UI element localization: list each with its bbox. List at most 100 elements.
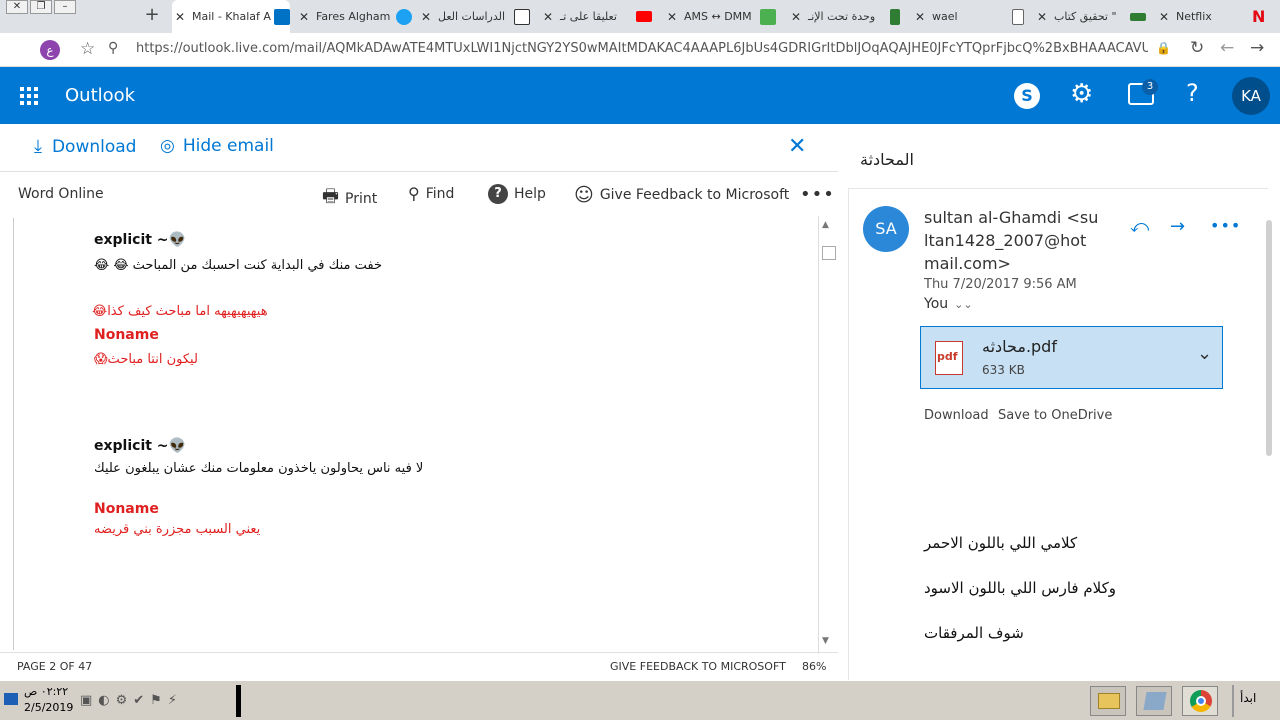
message-body-line: وكلام فارس اللي باللون الاسود [924,579,1116,597]
outlook-favicon-icon [274,8,290,25]
attachment-download-link[interactable]: Download [924,408,989,423]
doc-line: لا فيه ناس يحاولون ياخذون معلومات منك عش… [94,461,424,476]
help-icon[interactable]: ? [1186,79,1199,107]
attachment-name: محادثه.pdf [982,337,1057,356]
eye-slash-icon: ◎ [160,136,175,156]
forward-arrow-icon[interactable]: → [1250,38,1264,58]
tab-fares[interactable]: ✕ Fares Algham [296,0,412,33]
outlook-header: Outlook S ⚙ 3 ? KA [0,67,1280,124]
new-tab-button[interactable]: + [142,5,162,25]
app-launcher-icon[interactable] [20,87,38,105]
palm-favicon-icon [890,8,900,25]
help-button[interactable]: ? Help [488,184,546,204]
give-feedback-button[interactable]: ☺ Give Feedback to Microsoft [574,184,789,206]
chevron-down-icon[interactable]: ⌄ [1197,343,1212,364]
url-field[interactable]: https://outlook.live.com/mail/AQMkADAwAT… [136,41,1148,56]
find-button[interactable]: ⚲ Find [408,184,454,203]
close-window-icon[interactable]: ✕ [6,0,28,14]
profile-avatar[interactable]: ع [40,40,60,60]
sender-info[interactable]: sultan al-Ghamdi <su ltan1428_2007@hot m… [924,206,1098,275]
browser-tab-bar: ✕ ❐ – + ✕ Mail - Khalaf A ✕ Fares Algham… [0,0,1280,33]
tab-unit[interactable]: ✕ وحدة تحت الإنـ [788,0,900,33]
smiley-icon: ☺ [574,184,594,206]
close-tab-icon[interactable]: ✕ [296,10,312,24]
scroll-down-icon[interactable]: ▼ [822,636,829,646]
app-title[interactable]: Outlook [65,85,135,106]
back-arrow-icon[interactable]: ← [1220,38,1234,58]
download-icon: ⤓ [34,136,42,157]
recipients[interactable]: You ⌄⌄ [924,296,973,312]
close-tab-icon[interactable]: ✕ [664,10,680,24]
more-options-icon[interactable]: ••• [800,184,835,205]
hide-email-button[interactable]: ◎ Hide email [160,136,274,156]
gear-icon[interactable]: ⚙ [1070,79,1093,109]
scrollbar-thumb[interactable] [822,246,836,260]
close-tab-icon[interactable]: ✕ [418,10,434,24]
zoom-level[interactable]: 86% [802,660,826,673]
system-tray-icons[interactable]: ▣◐⚙✔⚑⚡ [80,693,183,708]
doc-line: يعني السبب مجزرة بني قريضه [94,522,261,537]
pdf-file-icon: pdf [935,341,963,375]
reload-icon[interactable]: ↻ [1190,38,1204,58]
file-explorer-icon[interactable] [1090,686,1126,716]
tab-ams[interactable]: ✕ AMS ↔ DMM [664,0,776,33]
print-button[interactable]: 🖶 Print [322,184,377,214]
tab-wael[interactable]: ✕ wael [912,0,1024,33]
windows-taskbar: ٠٢:٢٢ ص 2/5/2019 ▣◐⚙✔⚑⚡ ابدأ [0,680,1280,720]
magnifier-icon: ⚲ [408,184,420,203]
reading-pane: المحادثة SA sultan al-Ghamdi <su ltan142… [838,124,1280,680]
close-tab-icon[interactable]: ✕ [912,10,928,24]
restore-window-icon[interactable]: ❐ [30,0,52,14]
start-button[interactable]: ابدأ [1240,691,1256,705]
more-actions-icon[interactable]: ••• [1210,216,1241,235]
clock-date[interactable]: 2/5/2019 [24,701,73,714]
document-scrollbar[interactable]: ▲ ▼ [818,216,836,654]
footer-feedback-link[interactable]: GIVE FEEDBACK TO MICROSOFT [610,660,786,673]
site-favicon-icon [1130,12,1146,21]
printer-icon: 🖶 [322,186,339,207]
notification-badge: 3 [1142,79,1158,95]
skype-icon[interactable]: S [1014,83,1040,109]
clock-time[interactable]: ٠٢:٢٢ ص [24,685,68,698]
scroll-up-icon[interactable]: ▲ [822,220,829,230]
doc-line: خفت منك في البداية كنت احسبك من المباحث … [94,258,382,273]
bookmark-star-icon[interactable]: ☆ [80,39,95,59]
save-to-onedrive-link[interactable]: Save to OneDrive [998,408,1112,423]
close-tab-icon[interactable]: ✕ [540,10,556,24]
message-date: Thu 7/20/2017 9:56 AM [924,277,1077,292]
message-body-line: كلامي اللي باللون الاحمر [924,534,1078,552]
taskbar-separator [236,685,241,717]
youtube-favicon-icon [636,11,652,22]
download-button[interactable]: ⤓ Download [34,136,136,157]
taskbar-separator [1232,685,1234,717]
expand-recipients-icon[interactable]: ⌄⌄ [954,298,972,311]
forward-icon[interactable]: → [1170,216,1185,237]
doc-line: explicit ~👽 [94,438,186,454]
close-icon[interactable]: ✕ [788,134,806,159]
tab-comments[interactable]: ✕ تعليقا على تـ [540,0,652,33]
doc-line: explicit ~👽 [94,232,186,248]
tab-studies[interactable]: ✕ الدراسات العل [418,0,530,33]
tab-book[interactable]: ✕ تحقيق كتاب " [1034,0,1146,33]
chrome-taskbar-icon[interactable] [1182,686,1218,716]
attachment-card[interactable]: pdf محادثه.pdf 633 KB ⌄ [920,326,1223,389]
page-indicator: PAGE 2 OF 47 [17,660,93,673]
tab-netflix[interactable]: ✕ Netflix N [1156,0,1268,33]
reply-icon[interactable]: ⤺ [1130,216,1149,237]
converter-favicon-icon [760,8,776,25]
sender-avatar[interactable]: SA [863,206,909,252]
close-tab-icon[interactable]: ✕ [788,10,804,24]
minimize-window-icon[interactable]: – [54,0,76,14]
close-tab-icon[interactable]: ✕ [172,10,188,24]
window-controls: ✕ ❐ – [6,0,76,14]
close-tab-icon[interactable]: ✕ [1156,10,1172,24]
avatar[interactable]: KA [1232,77,1270,115]
netflix-favicon-icon: N [1252,6,1266,26]
close-tab-icon[interactable]: ✕ [1034,10,1050,24]
attachment-size: 633 KB [982,363,1025,377]
language-indicator-icon[interactable] [4,693,18,705]
tab-mail[interactable]: ✕ Mail - Khalaf A [172,0,290,33]
divider [0,171,838,172]
app-taskbar-icon[interactable] [1136,686,1172,716]
reading-scrollbar[interactable] [1266,220,1272,456]
